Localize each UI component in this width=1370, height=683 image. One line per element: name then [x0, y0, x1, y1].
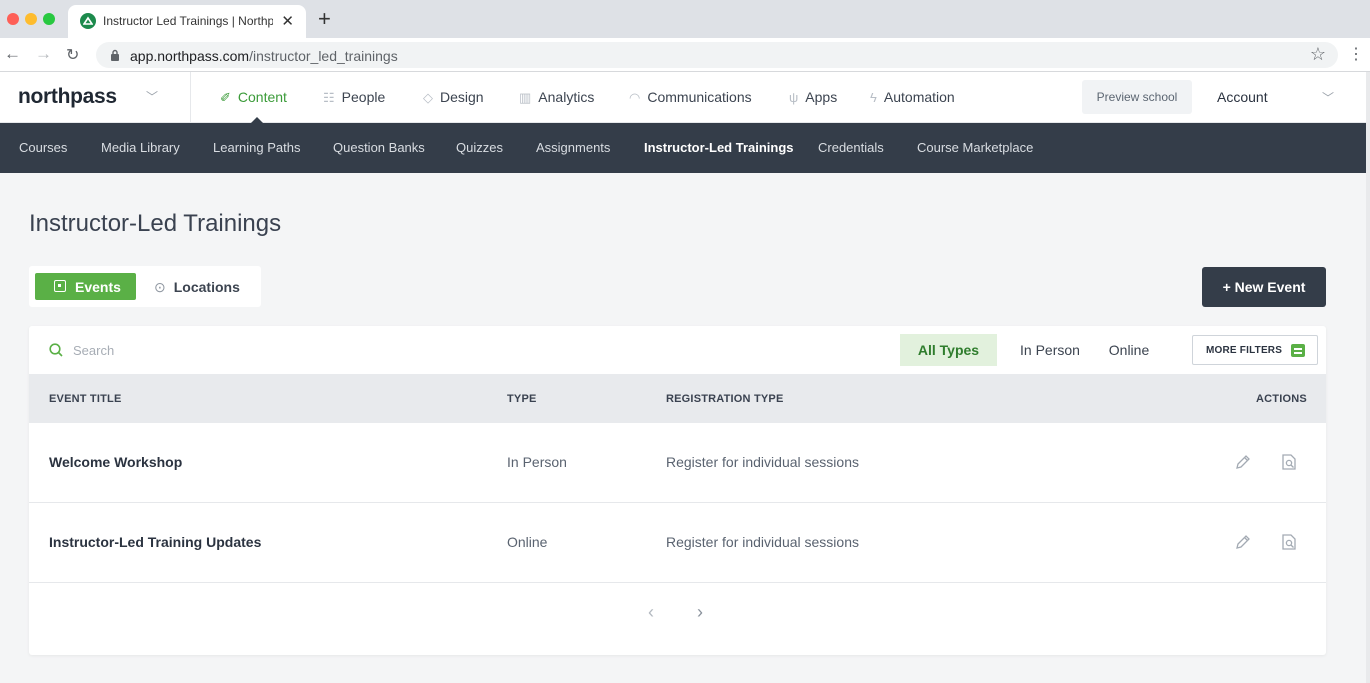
tab-events[interactable]: Events: [35, 273, 136, 300]
search-icon: [49, 343, 63, 357]
preview-document-icon[interactable]: [1279, 532, 1299, 552]
bolt-icon: ϟ: [870, 90, 877, 105]
event-type-cell: In Person: [507, 454, 567, 470]
wand-icon: ✐: [220, 90, 231, 105]
nav-apps[interactable]: ψ Apps: [789, 89, 837, 105]
subnav-assignments[interactable]: Assignments: [536, 140, 610, 155]
nav-automation-label: Automation: [883, 89, 955, 105]
more-filters-label: MORE FILTERS: [1206, 345, 1283, 356]
nav-design-label: Design: [440, 89, 484, 105]
nav-content[interactable]: ✐ Content: [220, 89, 287, 106]
close-tab-icon[interactable]: ✕: [281, 12, 294, 30]
subnav-credentials[interactable]: Credentials: [818, 140, 884, 155]
scrollbar-track[interactable]: [1366, 72, 1370, 683]
tab-locations[interactable]: ⊙ Locations: [154, 279, 240, 296]
subnav-question-banks[interactable]: Question Banks: [333, 140, 425, 155]
column-header-event-title[interactable]: EVENT TITLE: [49, 393, 121, 405]
registration-type-cell: Register for individual sessions: [666, 454, 859, 470]
nav-people-label: People: [341, 89, 386, 105]
mail-icon: ◠: [629, 90, 641, 105]
filter-online[interactable]: Online: [1101, 334, 1157, 366]
url-host: app.northpass.com: [130, 48, 250, 64]
browser-tab[interactable]: Instructor Led Trainings | Northpass ✕: [68, 5, 306, 38]
subnav-instructor-led-trainings[interactable]: Instructor-Led Trainings: [644, 140, 794, 155]
forward-arrow-icon[interactable]: →: [35, 44, 52, 64]
close-window-button[interactable]: [7, 13, 19, 25]
next-page-icon[interactable]: ›: [697, 602, 703, 623]
subnav-quizzes[interactable]: Quizzes: [456, 140, 503, 155]
column-header-type[interactable]: TYPE: [507, 393, 537, 405]
table-header: EVENT TITLE TYPE REGISTRATION TYPE ACTIO…: [29, 374, 1326, 423]
events-locations-toggle: Events ⊙ Locations: [29, 266, 261, 307]
browser-tab-bar: Instructor Led Trainings | Northpass ✕ +: [0, 0, 1370, 38]
chevron-down-icon[interactable]: ﹀: [1322, 89, 1334, 106]
paint-icon: ◇: [423, 90, 433, 105]
nav-analytics-label: Analytics: [538, 89, 595, 105]
nav-apps-label: Apps: [805, 89, 838, 105]
northpass-favicon-icon: [80, 13, 96, 29]
column-header-registration-type[interactable]: REGISTRATION TYPE: [666, 393, 783, 405]
registration-type-cell: Register for individual sessions: [666, 534, 859, 550]
nav-design[interactable]: ◇ Design: [423, 89, 484, 106]
column-header-actions: ACTIONS: [1256, 393, 1307, 405]
preview-document-icon[interactable]: [1279, 452, 1299, 472]
chevron-down-icon[interactable]: ﹀: [146, 88, 158, 105]
account-menu[interactable]: Account: [1217, 89, 1268, 105]
tab-title: Instructor Led Trainings | Northpass: [103, 14, 273, 28]
subnav-course-marketplace[interactable]: Course Marketplace: [917, 140, 1033, 155]
nav-automation[interactable]: ϟ Automation: [870, 89, 955, 105]
new-event-button[interactable]: + New Event: [1202, 267, 1326, 307]
chart-icon: ▥: [519, 90, 532, 105]
maximize-window-button[interactable]: [43, 13, 55, 25]
app-header: northpass ﹀ ✐ Content ☷ People ◇ Design ▥ An…: [0, 72, 1366, 123]
preview-school-button[interactable]: Preview school: [1082, 80, 1192, 114]
nav-people[interactable]: ☷ People: [323, 89, 385, 106]
filter-in-person[interactable]: In Person: [1009, 334, 1091, 366]
reload-icon[interactable]: ↻: [66, 45, 79, 65]
tab-locations-label: Locations: [173, 279, 240, 295]
table-row[interactable]: Welcome Workshop In Person Register for …: [29, 423, 1326, 503]
browser-menu-icon[interactable]: ⋮: [1348, 44, 1364, 64]
lock-icon: [111, 49, 119, 61]
subnav-media-library[interactable]: Media Library: [101, 140, 180, 155]
bookmark-star-icon[interactable]: ☆: [1310, 44, 1326, 65]
tab-events-label: Events: [75, 279, 121, 295]
subnav-courses[interactable]: Courses: [19, 140, 67, 155]
subnav-learning-paths[interactable]: Learning Paths: [213, 140, 300, 155]
more-filters-button[interactable]: MORE FILTERS: [1192, 335, 1318, 365]
event-title-cell[interactable]: Welcome Workshop: [49, 454, 182, 470]
header-divider: [190, 72, 191, 122]
filter-all-types[interactable]: All Types: [900, 334, 997, 366]
table-row[interactable]: Instructor-Led Training Updates Online R…: [29, 503, 1326, 583]
url-text: app.northpass.com/instructor_led_trainin…: [130, 48, 398, 64]
new-tab-button[interactable]: +: [318, 6, 331, 32]
previous-page-icon[interactable]: ‹: [648, 602, 654, 623]
nav-content-label: Content: [237, 89, 287, 105]
people-icon: ☷: [323, 90, 335, 105]
location-pin-icon: ⊙: [154, 279, 166, 295]
content-subnav: Courses Media Library Learning Paths Que…: [0, 123, 1366, 173]
filter-sliders-icon: [1291, 344, 1305, 357]
edit-pencil-icon[interactable]: [1234, 453, 1252, 471]
plug-icon: ψ: [789, 90, 799, 105]
browser-toolbar: ← → ↻ app.northpass.com/instructor_led_t…: [0, 38, 1370, 72]
address-bar[interactable]: app.northpass.com/instructor_led_trainin…: [96, 42, 1338, 68]
nav-communications-label: Communications: [647, 89, 752, 105]
nav-communications[interactable]: ◠ Communications: [629, 89, 752, 106]
calendar-icon: [54, 280, 66, 292]
event-type-cell: Online: [507, 534, 548, 550]
nav-analytics[interactable]: ▥ Analytics: [519, 89, 594, 106]
events-table-card: All Types In Person Online MORE FILTERS …: [29, 326, 1326, 655]
page-title: Instructor-Led Trainings: [29, 210, 282, 237]
back-arrow-icon[interactable]: ←: [4, 44, 21, 64]
event-title-cell[interactable]: Instructor-Led Training Updates: [49, 534, 261, 550]
northpass-logo[interactable]: northpass: [18, 85, 117, 109]
edit-pencil-icon[interactable]: [1234, 533, 1252, 551]
minimize-window-button[interactable]: [25, 13, 37, 25]
url-path: /instructor_led_trainings: [249, 48, 398, 64]
search-input[interactable]: [73, 340, 373, 360]
